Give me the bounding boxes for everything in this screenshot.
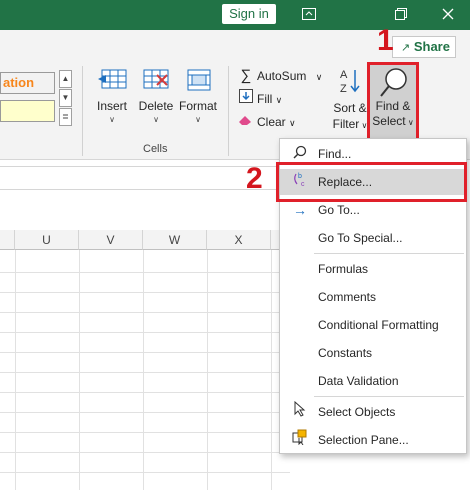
clear-label: Clear [257,115,286,129]
chevron-down-icon: ∨ [275,95,283,105]
close-icon[interactable] [438,5,458,25]
insert-cells-icon [96,66,128,94]
replace-highlight-box [276,162,467,202]
magnifier-icon [378,67,408,99]
format-button[interactable]: Format ∨ [176,66,220,124]
menu-item-selection-pane[interactable]: Selection Pane... [280,427,466,453]
style-expand[interactable]: ≣ [59,108,72,126]
grid-line [0,292,290,293]
step-1-annotation: 1 [377,24,394,57]
chevron-down-icon: ∨ [109,115,115,124]
column-header-w[interactable]: W [143,230,207,250]
find-select-button[interactable]: Find & Select ∨ [367,62,419,142]
menu-item-label: Comments [318,290,377,304]
find-label: Find & [375,99,411,113]
fill-label: Fill [257,92,273,106]
sign-in-button[interactable]: Sign in [222,4,276,24]
menu-item-formulas[interactable]: Formulas [280,256,466,282]
cell-style-calculation[interactable]: ation [0,72,55,94]
delete-button[interactable]: Delete ∨ [134,66,178,124]
menu-item-comments[interactable]: Comments [280,284,466,310]
format-label: Format [178,99,217,113]
grid-line [0,472,290,473]
eraser-icon [238,112,254,132]
menu-item-label: Go To... [318,203,360,217]
grid-line [207,250,208,490]
cell-style-note[interactable] [0,100,55,122]
menu-separator [314,253,464,254]
grid-line [0,372,290,373]
menu-item-label: Conditional Formatting [318,318,439,332]
fill-down-icon [238,89,254,109]
style-scroll-down[interactable]: ▼ [59,89,72,107]
menu-item-label: Find... [318,147,352,161]
format-cells-icon [182,66,214,94]
menu-item-label: Go To Special... [318,231,403,245]
cursor-arrow-icon [290,399,310,425]
select-label: Select ∨ [372,114,414,128]
menu-item-label: Selection Pane... [318,433,409,447]
share-button[interactable]: ↗ Share [392,36,456,58]
grid-line [0,392,290,393]
menu-item-label: Constants [318,346,373,360]
ribbon-display-icon[interactable] [299,5,319,25]
grid-line [0,412,290,413]
grid-line [0,312,290,313]
menu-item-label: Select Objects [318,405,396,419]
style-scroll-up[interactable]: ▲ [59,70,72,88]
step-2-annotation: 2 [246,162,263,195]
chevron-down-icon: ∨ [195,115,201,124]
grid-line [271,250,272,490]
column-header-partial[interactable] [0,230,15,250]
cells-group-label: Cells [143,143,168,155]
svg-text:Z: Z [340,83,347,95]
grid-line [0,272,290,273]
insert-label: Insert [96,99,127,113]
chevron-down-icon: ∨ [153,115,159,124]
menu-item-data-validation[interactable]: Data Validation [280,368,466,394]
svg-text:A: A [340,69,348,81]
delete-cells-icon [140,66,172,94]
sort-label: Sort & [333,101,367,115]
title-bar: Sign in [0,0,470,30]
chevron-down-icon: ∨ [405,118,414,127]
chevron-down-icon: ∨ [315,72,323,82]
autosum-button[interactable]: ∑ AutoSum ∨ [238,66,323,86]
menu-item-select-objects[interactable]: Select Objects [280,399,466,425]
column-header-x[interactable]: X [207,230,271,250]
ribbon-separator [82,66,83,156]
chevron-down-icon: ∨ [289,118,296,128]
sigma-icon: ∑ [240,67,252,84]
grid-line [0,432,290,433]
spreadsheet-grid[interactable]: U V W X [0,230,290,490]
menu-separator [314,396,464,397]
menu-item-goto-special[interactable]: Go To Special... [280,225,466,251]
column-header-u[interactable]: U [15,230,79,250]
share-label: Share [413,39,450,54]
insert-button[interactable]: Insert ∨ [90,66,134,124]
delete-label: Delete [138,99,174,113]
grid-line [0,452,290,453]
grid-line [0,332,290,333]
column-header-v[interactable]: V [79,230,143,250]
grid-line [0,352,290,353]
grid-line [143,250,144,490]
autosum-label: AutoSum [257,69,307,83]
filter-label: Filter ∨ [332,117,368,131]
fill-button[interactable]: Fill ∨ [238,89,282,109]
restore-icon[interactable] [391,5,411,25]
sort-az-icon: A Z [330,66,370,100]
sort-filter-button[interactable]: A Z Sort & Filter ∨ [330,66,370,134]
menu-item-label: Data Validation [318,374,399,388]
menu-item-constants[interactable]: Constants [280,340,466,366]
menu-item-conditional-formatting[interactable]: Conditional Formatting [280,312,466,338]
clear-button[interactable]: Clear ∨ [238,112,296,132]
selection-pane-icon [290,427,310,453]
share-icon: ↗ [401,42,411,54]
menu-item-label: Formulas [318,262,369,276]
grid-line [15,250,16,490]
grid-line [79,250,80,490]
ribbon-separator [228,66,229,156]
